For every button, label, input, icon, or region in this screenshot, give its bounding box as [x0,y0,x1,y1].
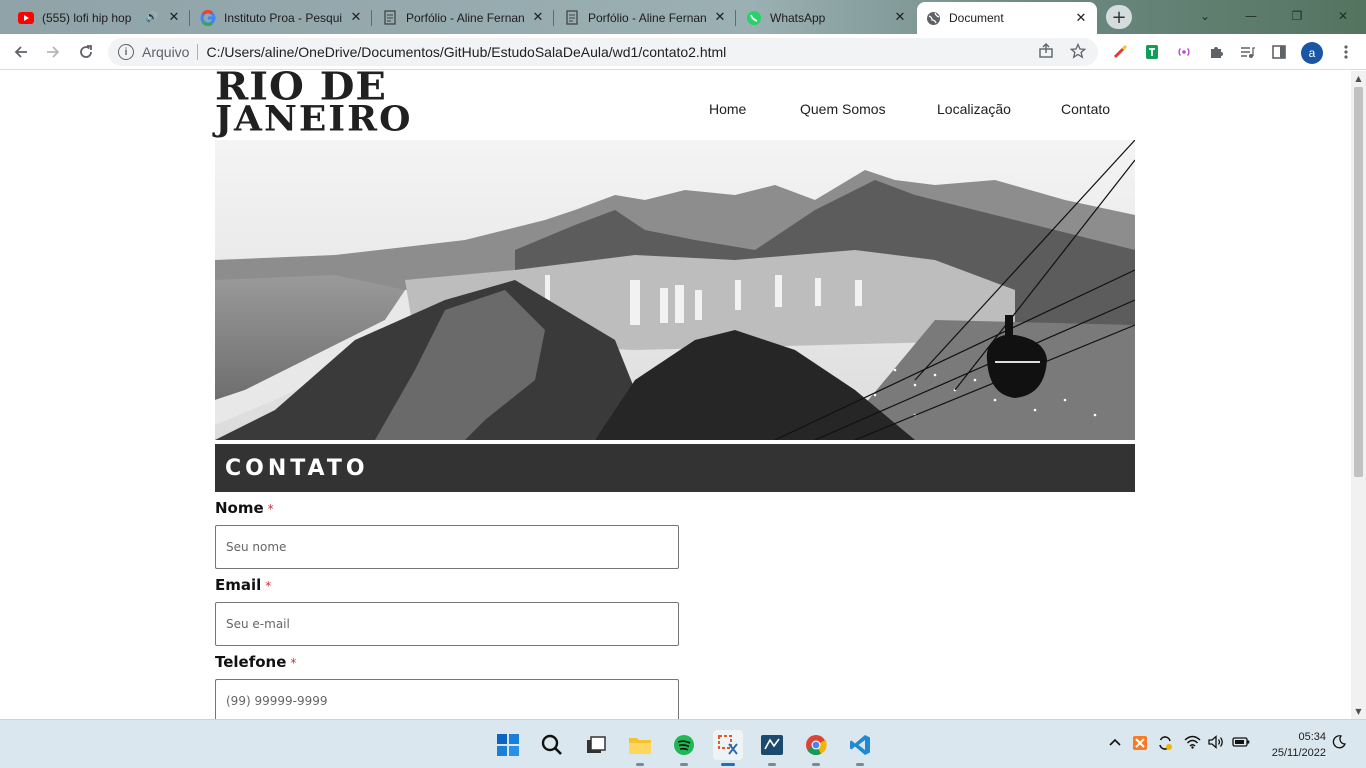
browser-toolbar: i Arquivo C:/Users/aline/OneDrive/Docume… [0,34,1366,70]
close-window-button[interactable]: ✕ [1320,0,1366,32]
star-icon[interactable] [1069,42,1087,62]
side-panel-icon[interactable] [1270,43,1288,61]
hero-image [215,140,1135,440]
windows-taskbar: 05:34 25/11/2022 [0,719,1366,768]
file-explorer-icon[interactable] [625,730,655,766]
broadcast-extension-icon[interactable] [1175,43,1193,61]
tab-title: Porfólio - Aline Fernan [406,10,525,25]
media-control-icon[interactable] [1238,43,1256,61]
chrome-icon[interactable] [801,730,831,766]
tab-title: Instituto Proa - Pesqui [224,10,343,25]
chevron-down-icon[interactable]: ⌄ [1182,0,1228,32]
search-icon[interactable] [537,730,567,760]
volume-icon[interactable] [1208,735,1225,753]
restore-button[interactable]: ❐ [1274,0,1320,32]
windows-start-icon[interactable] [493,730,523,760]
document-icon [382,10,398,26]
close-icon[interactable]: ✕ [892,10,908,25]
close-icon[interactable]: ✕ [348,10,364,25]
nav-link-home[interactable]: Home [709,101,746,117]
close-icon[interactable]: ✕ [712,10,728,25]
page-viewport: RIO DE JANEIRO Home Quem Somos Localizaç… [0,71,1351,719]
address-url[interactable]: C:/Users/aline/OneDrive/Documentos/GitHu… [206,44,726,60]
nav-link-quem-somos[interactable]: Quem Somos [800,101,886,117]
globe-icon [925,10,941,26]
speaker-icon[interactable]: 🔊 [146,12,158,23]
share-icon[interactable] [1038,43,1054,62]
scroll-up-icon[interactable]: ▲ [1351,71,1366,86]
browser-tab[interactable]: Porfólio - Aline Fernan ✕ [374,4,554,31]
label-telefone: Telefone * [215,653,297,671]
translate-extension-icon[interactable] [1143,43,1161,61]
tab-title: (555) lofi hip hop [42,10,132,25]
mysql-workbench-icon[interactable] [757,730,787,766]
profile-avatar[interactable]: a [1301,42,1323,64]
nav-link-contato[interactable]: Contato [1061,101,1110,117]
page-scrollbar[interactable]: ▲ ▼ [1351,71,1366,719]
required-mark: * [290,656,297,670]
label-nome: Nome * [215,499,274,517]
email-input[interactable] [215,602,679,646]
google-icon [200,9,216,26]
battery-icon[interactable] [1232,736,1250,752]
minimize-button[interactable]: — [1228,0,1274,32]
reload-button[interactable] [73,40,99,64]
browser-tab[interactable]: WhatsApp ✕ [738,4,916,31]
section-title: CONTATO [225,455,369,481]
tab-title: Document [949,11,1004,25]
address-bar[interactable]: i Arquivo C:/Users/aline/OneDrive/Docume… [108,38,1098,66]
back-button[interactable] [8,40,34,64]
scroll-down-icon[interactable]: ▼ [1351,704,1366,719]
info-icon[interactable]: i [118,44,134,60]
tab-title: WhatsApp [770,10,826,25]
new-tab-button[interactable]: + [1106,5,1132,29]
clock-date: 25/11/2022 [1271,747,1326,759]
kebab-menu-icon[interactable] [1337,43,1355,61]
browser-tab[interactable]: (555) lofi hip hop 🔊 ✕ [10,4,190,31]
browser-tab-active[interactable]: Document ✕ [917,2,1097,34]
label-email: Email * [215,576,272,594]
scrollbar-thumb[interactable] [1354,87,1363,477]
required-mark: * [265,579,272,593]
close-icon[interactable]: ✕ [166,10,182,25]
browser-tab[interactable]: Instituto Proa - Pesqui ✕ [192,4,372,31]
moon-icon[interactable] [1332,735,1346,753]
browser-tab[interactable]: Porfólio - Aline Fernan ✕ [556,4,736,31]
task-view-icon[interactable] [581,730,611,760]
site-logo[interactable]: RIO DE JANEIRO [215,71,410,139]
close-icon[interactable]: ✕ [530,10,546,25]
document-icon [564,10,580,26]
nav-link-localizacao[interactable]: Localização [937,101,1011,117]
chevron-up-icon[interactable] [1109,736,1121,751]
wifi-icon[interactable] [1184,735,1201,753]
youtube-icon [18,10,34,26]
snipping-tool-icon[interactable] [713,730,743,766]
logo-line-2: JANEIRO [215,99,413,140]
logo-line-1: RIO DE [215,71,387,109]
color-picker-extension-icon[interactable] [1111,43,1129,61]
puzzle-icon[interactable] [1207,43,1225,61]
nome-input[interactable] [215,525,679,569]
whatsapp-icon [746,10,762,26]
browser-tab-strip: (555) lofi hip hop 🔊 ✕ Instituto Proa - … [0,0,1366,34]
clock-time: 05:34 [1298,731,1326,743]
required-mark: * [267,502,274,516]
vscode-icon[interactable] [845,730,875,766]
section-header-contato: CONTATO [215,444,1135,492]
spotify-icon[interactable] [669,730,699,766]
close-icon[interactable]: ✕ [1073,11,1089,26]
forward-button[interactable] [40,40,66,64]
telefone-input[interactable] [215,679,679,719]
xampp-icon[interactable] [1132,735,1148,755]
tab-title: Porfólio - Aline Fernan [588,10,707,25]
system-clock[interactable]: 05:34 25/11/2022 [1262,729,1326,761]
address-scheme-label: Arquivo [142,44,190,60]
sync-icon[interactable] [1157,735,1173,755]
